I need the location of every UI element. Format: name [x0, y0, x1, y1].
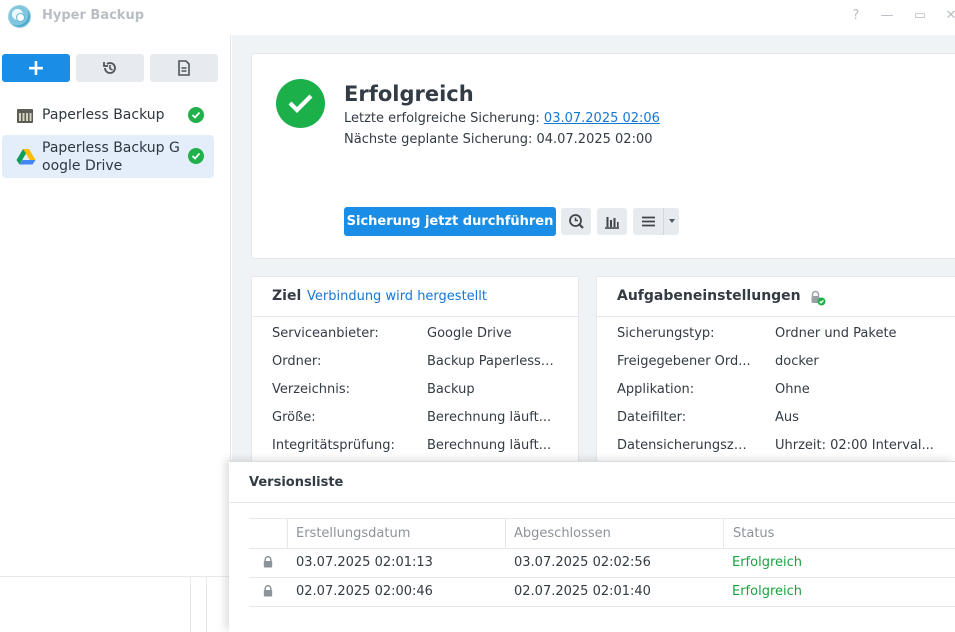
row-value: Backup — [427, 382, 475, 397]
row-value: docker — [775, 354, 819, 369]
google-drive-icon — [16, 149, 36, 165]
task-item-paperless-backup[interactable]: Paperless Backup — [2, 99, 214, 131]
created-cell: 03.07.2025 02:01:13 — [296, 555, 433, 570]
row-value: Ordner und Pakete — [775, 326, 897, 341]
column-created[interactable]: Erstellungsdatum — [296, 526, 410, 541]
last-backup-line: Letzte erfolgreiche Sicherung: 03.07.202… — [344, 111, 660, 126]
nas-icon — [17, 109, 33, 123]
settings-row: Datensicherungsze... Uhrzeit: 02:00 Inter… — [617, 438, 934, 453]
finished-cell: 02.07.2025 02:01:40 — [514, 584, 651, 599]
encrypted-lock-icon — [811, 290, 826, 306]
chevron-down-icon[interactable] — [669, 219, 675, 223]
next-backup-line: Nächste geplante Sicherung: 04.07.2025 0… — [344, 132, 653, 147]
finished-cell: 03.07.2025 02:02:56 — [514, 555, 651, 570]
lock-icon — [263, 556, 273, 568]
column-status[interactable]: Status — [733, 526, 774, 541]
history-icon — [103, 62, 116, 74]
maximize-icon[interactable]: ▭ — [911, 7, 929, 25]
target-row: Ordner: Backup Paperless ... — [272, 354, 555, 369]
app-title: Hyper Backup — [42, 8, 145, 23]
row-key: Ordner: — [272, 354, 322, 369]
task-item-paperless-backup-google-drive[interactable]: Paperless Backup Google Drive — [2, 135, 214, 178]
connection-status: Verbindung wird hergestellt — [307, 289, 487, 304]
target-card-header: Ziel Verbindung wird hergestellt — [252, 277, 578, 317]
status-cell: Erfolgreich — [732, 555, 803, 570]
divider — [206, 577, 207, 632]
version-list-title: Versionsliste — [249, 475, 344, 490]
row-value: Uhrzeit: 02:00 Interval... — [775, 438, 934, 453]
menu-icon — [642, 216, 655, 227]
settings-row: Dateifilter: Aus — [617, 410, 799, 425]
divider — [190, 577, 191, 632]
success-check-icon — [276, 79, 325, 128]
row-key: Größe: — [272, 410, 316, 425]
target-row: Serviceanbieter: Google Drive — [272, 326, 512, 341]
target-card-title: Ziel — [272, 288, 302, 304]
title-bar: Hyper Backup ? — ▭ ✕ — [0, 0, 955, 34]
last-backup-label: Letzte erfolgreiche Sicherung: — [344, 111, 544, 126]
lock-icon — [263, 585, 273, 597]
success-check-icon — [188, 107, 204, 123]
statistics-button[interactable] — [597, 208, 627, 235]
target-card: Ziel Verbindung wird hergestellt Service… — [251, 276, 579, 476]
help-icon[interactable]: ? — [847, 7, 865, 25]
status-cell: Erfolgreich — [732, 584, 803, 599]
row-key: Integritätsprüfung: — [272, 438, 395, 453]
task-sidebar: + Paperless Backup Paperless Backup Goog… — [0, 35, 231, 576]
row-value: Ohne — [775, 382, 810, 397]
status-title: Erfolgreich — [344, 82, 474, 106]
minimize-icon[interactable]: — — [878, 7, 896, 25]
row-key: Serviceanbieter: — [272, 326, 379, 341]
column-divider — [287, 519, 288, 548]
last-backup-link[interactable]: 03.07.2025 02:06 — [544, 111, 660, 126]
status-card: Erfolgreich Letzte erfolgreiche Sicherun… — [251, 53, 955, 259]
clock-search-icon — [569, 214, 584, 229]
row-value: Google Drive — [427, 326, 512, 341]
bar-chart-icon — [605, 217, 619, 229]
row-key: Dateifilter: — [617, 410, 687, 425]
row-key: Applikation: — [617, 382, 695, 397]
column-finished[interactable]: Abgeschlossen — [514, 526, 611, 541]
menu-separator — [663, 208, 664, 235]
version-table-header: Erstellungsdatum Abgeschlossen Status — [249, 518, 955, 549]
document-icon — [178, 60, 190, 76]
row-key: Datensicherungsze... — [617, 438, 753, 453]
version-explorer-button[interactable] — [561, 208, 591, 235]
hyper-backup-logo-icon — [8, 5, 31, 28]
settings-card-header: Aufgabeneinstellungen — [597, 277, 955, 317]
background-window-edge — [0, 576, 229, 632]
task-settings-card: Aufgabeneinstellungen Sicherungstyp: Ordn… — [596, 276, 955, 476]
row-value: Berechnung läuft... — [427, 438, 552, 453]
divider — [229, 502, 955, 503]
version-list-panel: Versionsliste Erstellungsdatum Abgeschlo… — [229, 461, 955, 632]
settings-row: Freigegebener Ord... docker — [617, 354, 819, 369]
column-divider — [505, 519, 506, 548]
column-divider — [723, 519, 724, 548]
more-actions-menu[interactable] — [633, 208, 679, 235]
task-label: Paperless Backup Google Drive — [42, 140, 180, 174]
settings-card-title: Aufgabeneinstellungen — [617, 288, 801, 304]
row-key: Verzeichnis: — [272, 382, 351, 397]
close-icon[interactable]: ✕ — [942, 7, 955, 25]
row-value: Backup Paperless ... — [427, 354, 555, 369]
task-label: Paperless Backup — [42, 107, 165, 123]
target-row: Größe: Berechnung läuft... — [272, 410, 551, 425]
table-row[interactable]: 02.07.2025 02:00:46 02.07.2025 02:01:40 … — [249, 578, 955, 607]
settings-row: Sicherungstyp: Ordner und Pakete — [617, 326, 897, 341]
table-row[interactable]: 03.07.2025 02:01:13 03.07.2025 02:02:56 … — [249, 549, 955, 578]
row-key: Sicherungstyp: — [617, 326, 715, 341]
add-task-button[interactable]: + — [2, 54, 70, 82]
target-row: Verzeichnis: Backup — [272, 382, 475, 397]
row-key: Freigegebener Ord... — [617, 354, 751, 369]
backup-now-button[interactable]: Sicherung jetzt durchführen — [344, 207, 556, 236]
target-row: Integritätsprüfung: Berechnung läuft... — [272, 438, 551, 453]
created-cell: 02.07.2025 02:00:46 — [296, 584, 433, 599]
row-value: Berechnung läuft... — [427, 410, 552, 425]
success-check-icon — [188, 148, 204, 164]
restore-button[interactable] — [76, 54, 144, 82]
log-button[interactable] — [150, 54, 218, 82]
row-value: Aus — [775, 410, 799, 425]
settings-row: Applikation: Ohne — [617, 382, 810, 397]
